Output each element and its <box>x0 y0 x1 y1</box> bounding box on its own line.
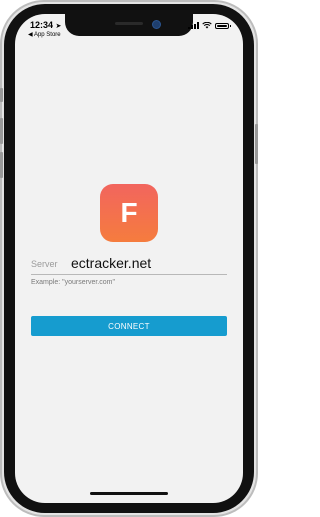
volume-up-button <box>0 118 3 144</box>
server-label: Server <box>31 259 58 269</box>
server-hint: Example: "yourserver.com" <box>31 279 115 286</box>
back-to-app-store-link[interactable]: ◀ App Store <box>28 31 61 38</box>
cellular-signal-icon <box>188 22 199 29</box>
status-icons <box>188 22 231 29</box>
power-button <box>255 124 258 164</box>
connect-button[interactable]: CONNECT <box>31 316 227 336</box>
wifi-icon <box>202 22 212 29</box>
front-camera <box>152 20 161 29</box>
app-logo-icon: F <box>100 184 158 242</box>
status-time: 12:34 ➤ <box>30 20 62 30</box>
app-screen: 12:34 ➤ ◀ App Store F Server ectracker.n… <box>15 14 243 503</box>
speaker-grille <box>115 22 143 25</box>
home-indicator[interactable] <box>90 492 168 495</box>
battery-icon <box>215 22 231 29</box>
location-arrow-icon: ➤ <box>55 23 62 30</box>
app-logo-letter: F <box>120 197 138 228</box>
battery-level <box>217 24 227 27</box>
server-input[interactable]: ectracker.net <box>71 255 151 271</box>
server-field[interactable]: Server ectracker.net <box>31 255 227 275</box>
notch <box>65 14 193 36</box>
volume-down-button <box>0 152 3 178</box>
silent-switch <box>0 88 3 102</box>
